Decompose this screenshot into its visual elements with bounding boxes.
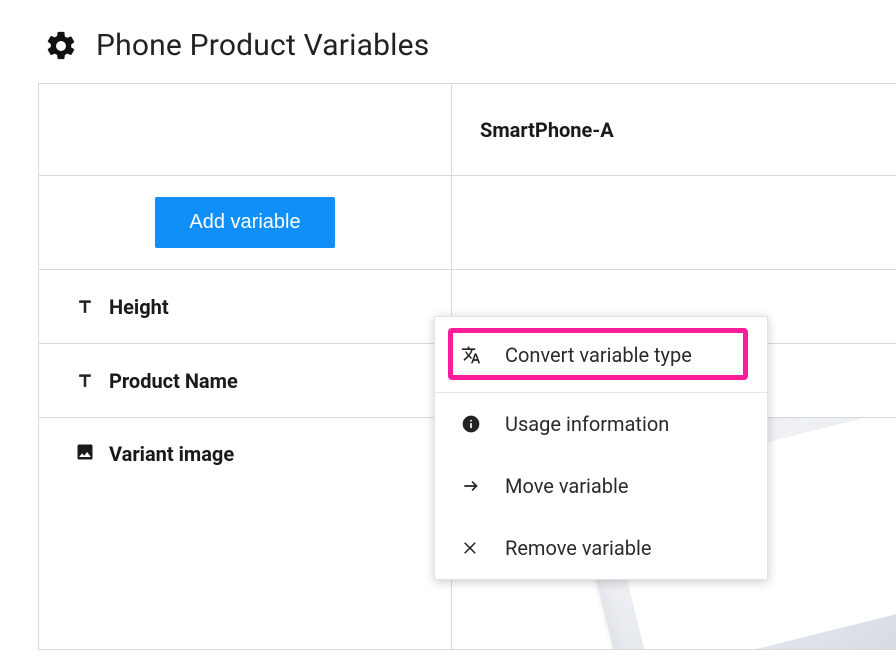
column-header: SmartPhone-A [452,84,896,175]
text-type-icon [75,297,95,317]
table-header-row: SmartPhone-A [39,84,896,176]
variable-label: Height [109,295,169,319]
menu-item-label: Remove variable [505,536,652,560]
close-icon [459,539,483,557]
menu-usage-info[interactable]: Usage information [435,393,767,455]
add-row-empty [452,176,896,269]
add-row: Add variable [39,176,896,270]
menu-item-label: Usage information [505,412,669,436]
menu-convert-type[interactable]: Convert variable type [435,317,767,393]
gear-icon [44,29,78,63]
info-icon [459,414,483,434]
header-empty-cell [39,84,452,175]
text-type-icon [75,371,95,391]
page-title: Phone Product Variables [96,28,429,63]
variable-label: Product Name [109,369,238,393]
menu-item-label: Convert variable type [505,343,692,367]
menu-remove-variable[interactable]: Remove variable [435,517,767,579]
arrow-right-icon [459,476,483,496]
menu-move-variable[interactable]: Move variable [435,455,767,517]
variable-label: Variant image [109,442,234,466]
variable-context-menu: Convert variable type Usage information … [434,316,768,580]
page-header: Phone Product Variables [0,0,896,83]
add-variable-button[interactable]: Add variable [155,197,334,248]
menu-item-label: Move variable [505,474,629,498]
translate-icon [459,345,483,365]
image-type-icon [75,442,95,467]
